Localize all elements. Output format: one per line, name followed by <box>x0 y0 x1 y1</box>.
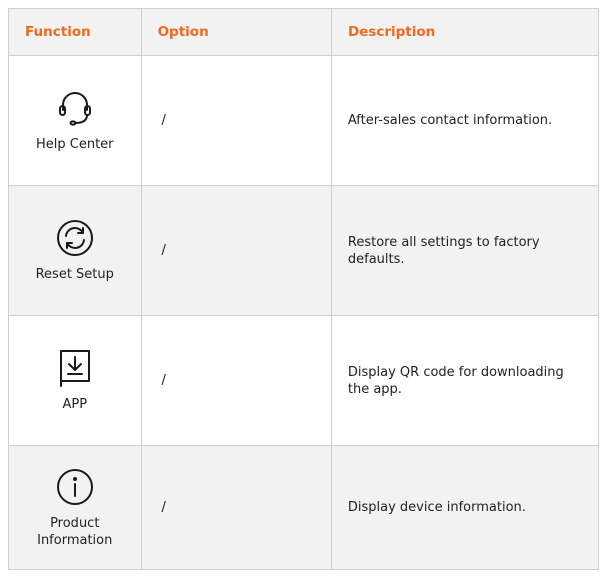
function-cell: Reset Setup <box>9 186 142 315</box>
description-cell: Restore all settings to factory defaults… <box>347 234 540 267</box>
function-cell: Product Information <box>9 446 142 569</box>
function-cell: APP <box>9 316 142 445</box>
table-row: Product Information / Display device inf… <box>9 446 598 569</box>
function-label: Reset Setup <box>35 267 114 282</box>
header-function: Function <box>9 9 142 55</box>
description-cell: After-sales contact information. <box>347 113 553 128</box>
function-label: APP <box>62 397 88 412</box>
description-cell: Display QR code for downloading the app. <box>347 364 564 397</box>
option-cell: / <box>142 316 332 445</box>
table-row: Reset Setup / Restore all settings to fa… <box>9 186 598 316</box>
option-cell: / <box>142 446 332 569</box>
option-cell: / <box>142 186 332 315</box>
function-table: Function Option Description Help Center … <box>8 8 599 570</box>
header-option: Option <box>142 9 332 55</box>
function-cell: Help Center <box>9 56 142 185</box>
description-cell: Display device information. <box>347 500 526 515</box>
reset-icon <box>55 218 95 258</box>
download-icon <box>55 348 95 388</box>
table-row: Help Center / After-sales contact inform… <box>9 56 598 186</box>
table-row: APP / Display QR code for downloading th… <box>9 316 598 446</box>
headset-icon <box>55 88 95 128</box>
option-cell: / <box>142 56 332 185</box>
info-icon <box>55 467 95 507</box>
function-label: Product Information <box>37 515 113 548</box>
function-label: Help Center <box>35 137 114 152</box>
table-header: Function Option Description <box>9 9 598 56</box>
header-description: Description <box>347 24 436 40</box>
